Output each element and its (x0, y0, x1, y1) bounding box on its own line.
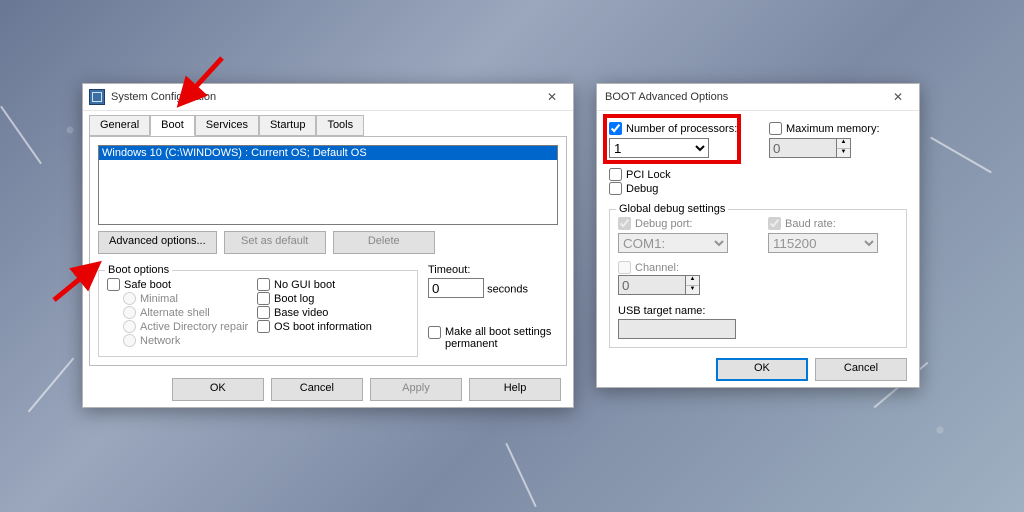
channel-checkbox: Channel: (618, 261, 748, 274)
tab-startup[interactable]: Startup (259, 115, 316, 136)
debug-port-checkbox: Debug port: (618, 217, 748, 230)
os-entry[interactable]: Windows 10 (C:\WINDOWS) : Current OS; De… (99, 146, 557, 160)
timeout-label: Timeout: (428, 264, 558, 276)
permanent-checkbox[interactable]: Make all boot settings permanent (428, 326, 558, 350)
channel-spin: ▲▼ (618, 275, 700, 295)
cancel-button[interactable]: Cancel (815, 358, 907, 381)
basevideo-checkbox[interactable]: Base video (257, 306, 372, 319)
titlebar: System Configuration ✕ (83, 84, 573, 111)
help-button[interactable]: Help (469, 378, 561, 401)
dialog-button-row: OK Cancel Apply Help (83, 372, 573, 407)
baud-rate-checkbox: Baud rate: (768, 217, 878, 230)
dialog-button-row: OK Cancel (597, 352, 919, 387)
safe-boot-checkbox[interactable]: Safe boot (107, 278, 257, 291)
tab-services[interactable]: Services (195, 115, 259, 136)
delete-button: Delete (333, 231, 435, 254)
minimal-radio: Minimal (123, 292, 257, 305)
tab-boot[interactable]: Boot (150, 115, 195, 136)
pci-lock-checkbox[interactable]: PCI Lock (609, 168, 907, 181)
tab-tools[interactable]: Tools (316, 115, 364, 136)
system-configuration-window: System Configuration ✕ GeneralBootServic… (82, 83, 574, 408)
usb-target-label: USB target name: (618, 305, 898, 317)
altshell-radio: Alternate shell (123, 306, 257, 319)
app-icon (89, 89, 105, 105)
timeout-unit: seconds (487, 284, 528, 296)
boot-button-row: Advanced options... Set as default Delet… (98, 231, 558, 254)
desktop-background: System Configuration ✕ GeneralBootServic… (0, 0, 1024, 512)
boot-tab-panel: Windows 10 (C:\WINDOWS) : Current OS; De… (89, 136, 567, 366)
tab-strip: GeneralBootServicesStartupTools (83, 111, 573, 136)
boot-options-legend: Boot options (105, 264, 172, 276)
apply-button: Apply (370, 378, 462, 401)
titlebar: BOOT Advanced Options ✕ (597, 84, 919, 111)
max-memory-checkbox[interactable]: Maximum memory: (769, 122, 880, 135)
global-debug-legend: Global debug settings (616, 203, 728, 215)
debug-port-select: COM1: (618, 233, 728, 253)
ok-button[interactable]: OK (172, 378, 264, 401)
cancel-button[interactable]: Cancel (271, 378, 363, 401)
close-button[interactable]: ✕ (881, 87, 915, 107)
tab-general[interactable]: General (89, 115, 150, 136)
no-gui-checkbox[interactable]: No GUI boot (257, 278, 372, 291)
timeout-input[interactable] (428, 278, 484, 298)
bootlog-checkbox[interactable]: Boot log (257, 292, 372, 305)
boot-options-group: Boot options Safe boot Minimal Alternate… (98, 270, 418, 357)
global-debug-group: Global debug settings Debug port: COM1: … (609, 209, 907, 348)
debug-checkbox[interactable]: Debug (609, 182, 907, 195)
set-default-button: Set as default (224, 231, 326, 254)
network-radio: Network (123, 334, 257, 347)
advanced-options-button[interactable]: Advanced options... (98, 231, 217, 254)
num-processors-checkbox[interactable]: Number of processors: (609, 122, 749, 135)
adrepair-radio: Active Directory repair (123, 320, 257, 333)
ok-button[interactable]: OK (716, 358, 808, 381)
osinfo-checkbox[interactable]: OS boot information (257, 320, 372, 333)
baud-rate-select: 115200 (768, 233, 878, 253)
os-listbox[interactable]: Windows 10 (C:\WINDOWS) : Current OS; De… (98, 145, 558, 225)
boot-advanced-options-window: BOOT Advanced Options ✕ Number of proces… (596, 83, 920, 388)
usb-target-input (618, 319, 736, 339)
window-title: System Configuration (111, 91, 535, 103)
window-title: BOOT Advanced Options (603, 91, 881, 103)
max-memory-spin[interactable]: ▲▼ (769, 138, 851, 158)
close-button[interactable]: ✕ (535, 87, 569, 107)
num-processors-select[interactable]: 1 (609, 138, 709, 158)
